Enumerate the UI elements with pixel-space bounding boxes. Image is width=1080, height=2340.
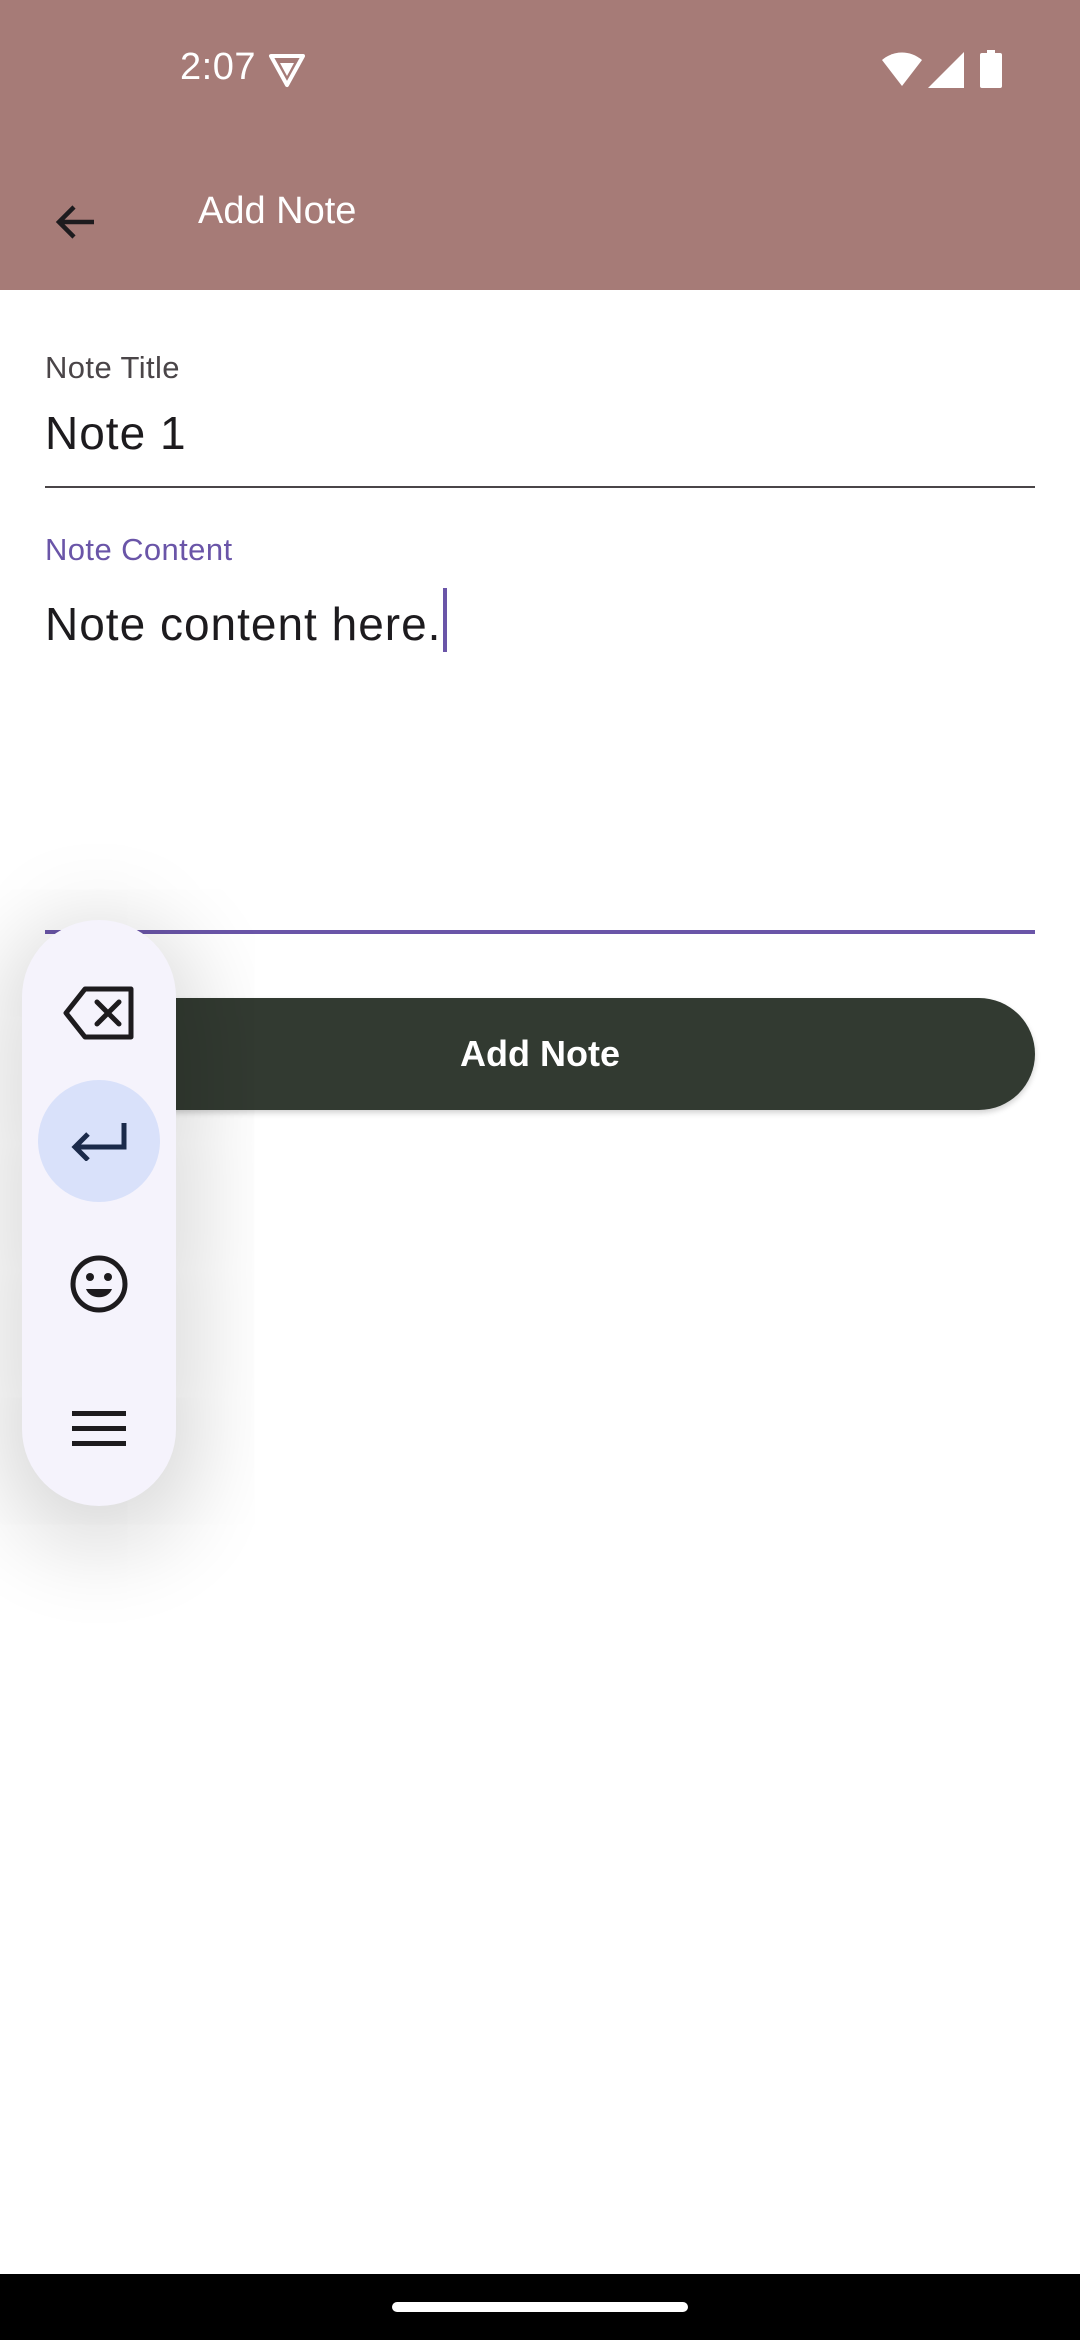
emoji-icon — [70, 1255, 128, 1313]
note-content-input[interactable]: Note content here. — [45, 588, 448, 652]
menu-icon — [72, 1411, 126, 1446]
back-button[interactable] — [34, 180, 118, 264]
top-app-area: 2:07 Add Note — [0, 0, 1080, 290]
note-title-input[interactable]: Note 1 — [45, 406, 187, 460]
add-note-button[interactable]: Add Note — [45, 998, 1035, 1110]
home-handle[interactable] — [392, 2302, 688, 2312]
note-title-label: Note Title — [45, 350, 180, 385]
note-content-label: Note Content — [45, 532, 233, 567]
status-bar: 2:07 — [0, 0, 1080, 140]
navigation-bar — [0, 2274, 1080, 2340]
cell-signal-icon — [928, 52, 964, 88]
emoji-button[interactable] — [38, 1223, 160, 1345]
backspace-icon — [63, 986, 134, 1040]
note-content-text: Note content here. — [45, 598, 442, 650]
floating-keyboard-toolbar — [22, 920, 176, 1506]
status-time: 2:07 — [180, 46, 256, 88]
text-cursor — [443, 588, 448, 652]
note-title-underline — [45, 486, 1035, 488]
note-content-underline — [45, 930, 1035, 934]
enter-icon — [71, 1123, 127, 1161]
vpn-shield-icon — [269, 54, 305, 87]
wifi-icon — [882, 52, 922, 86]
enter-button[interactable] — [38, 1080, 160, 1202]
app-bar: Add Note — [0, 140, 1080, 290]
note-title-field[interactable]: Note Title Note 1 — [45, 350, 1035, 488]
add-note-screen: 2:07 Add Note Note Title Note 1 Note Con… — [0, 0, 1080, 2340]
note-content-field[interactable]: Note Content Note content here. — [45, 532, 1035, 934]
page-title: Add Note — [198, 190, 357, 232]
menu-button[interactable] — [38, 1368, 160, 1490]
battery-icon — [980, 50, 1002, 88]
backspace-button[interactable] — [38, 952, 160, 1074]
arrow-back-icon — [55, 205, 94, 239]
